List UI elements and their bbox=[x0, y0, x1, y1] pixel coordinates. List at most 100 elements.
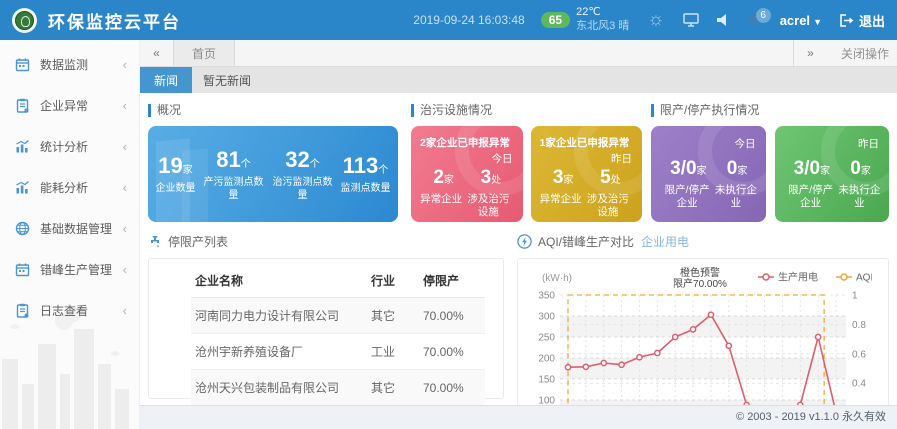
sidebar-item-1[interactable]: 企业异常‹ bbox=[0, 85, 139, 126]
weather-widget: 65 22℃ 东北风3 晴 bbox=[541, 6, 630, 34]
tabs-scroll-left-button[interactable]: « bbox=[140, 40, 174, 66]
table-cell: 河南同力电力设计有限公司 bbox=[191, 298, 367, 334]
table-cell: 沧州天兴包装制品有限公司 bbox=[191, 370, 367, 406]
wind-text: 东北风3 晴 bbox=[576, 20, 629, 34]
notification-count-badge: 6 bbox=[756, 8, 771, 23]
svg-text:AQI: AQI bbox=[856, 273, 872, 284]
svg-text:生产用电: 生产用电 bbox=[778, 271, 818, 284]
svg-text:1: 1 bbox=[852, 291, 858, 302]
temperature-text: 22℃ bbox=[576, 6, 629, 20]
svg-text:300: 300 bbox=[538, 312, 555, 323]
overview-section: 概况 19家 企业数量 81个 产污监测点数量 32个 bbox=[148, 104, 398, 222]
calendar-icon bbox=[15, 262, 31, 277]
table-row: 沧州宇新养殖设备厂工业70.00% bbox=[191, 334, 485, 370]
tab-bar: « 首页 » 关闭操作 bbox=[140, 40, 897, 67]
table-row: 河南同力电力设计有限公司其它70.00% bbox=[191, 298, 485, 334]
chevron-left-icon: ‹ bbox=[123, 180, 127, 195]
sidebar-item-3[interactable]: 能耗分析‹ bbox=[0, 167, 139, 208]
chevron-left-icon: ‹ bbox=[123, 221, 127, 236]
tab-home[interactable]: 首页 bbox=[174, 40, 235, 66]
bolt-circle-icon bbox=[517, 234, 532, 249]
globe-icon bbox=[15, 221, 31, 236]
svg-text:0.8: 0.8 bbox=[852, 320, 866, 331]
overview-card: 19家 企业数量 81个 产污监测点数量 32个 治污监测点数量 113个 bbox=[148, 126, 398, 222]
svg-text:200: 200 bbox=[538, 354, 555, 365]
bar-chart-icon bbox=[15, 180, 31, 195]
sidebar-item-label: 统计分析 bbox=[40, 138, 123, 155]
calendar-icon bbox=[15, 57, 31, 72]
faucet-icon bbox=[148, 235, 162, 249]
sidebar-item-label: 错峰生产管理 bbox=[40, 261, 123, 278]
table-cell: 工业 bbox=[367, 334, 419, 370]
user-menu[interactable]: acrel▼ bbox=[780, 13, 822, 28]
chevron-left-icon: ‹ bbox=[123, 98, 127, 113]
sidebar-item-label: 基础数据管理 bbox=[40, 220, 123, 237]
limit-list-card: 企业名称 行业 停限产 河南同力电力设计有限公司其它70.00%沧州宇新养殖设备… bbox=[148, 258, 504, 399]
stat-monitor-points: 113个 监测点数量 bbox=[341, 153, 391, 195]
top-header: 环保监控云平台 2019-09-24 16:03:48 65 22℃ 东北风3 … bbox=[0, 0, 897, 40]
sun-weather-icon: ☼ bbox=[647, 9, 664, 31]
pollution-control-title: 治污设施情况 bbox=[411, 104, 642, 117]
datetime-text: 2019-09-24 16:03:48 bbox=[413, 13, 524, 27]
logout-button[interactable]: 退出 bbox=[840, 11, 885, 30]
clipboard-icon bbox=[15, 98, 31, 113]
sidebar-item-6[interactable]: 日志查看‹ bbox=[0, 290, 139, 331]
production-limit-section: 限产/停产执行情况 今日 3/0家 0家 限产/停产企业未执行企业 bbox=[651, 104, 889, 222]
footer: © 2003 - 2019 v1.1.0 永久有效 bbox=[140, 405, 897, 429]
aqi-chart-title: AQI/错峰生产对比 bbox=[538, 233, 634, 250]
table-cell: 沧州宇新养殖设备厂 bbox=[191, 334, 367, 370]
table-cell: 其它 bbox=[367, 370, 419, 406]
clipboard-icon bbox=[15, 303, 31, 318]
svg-text:(kW·h): (kW·h) bbox=[542, 273, 572, 284]
aqi-chart-card: 35030025020015010010.80.60.40.2(kW·h)橙色预… bbox=[517, 258, 889, 429]
copyright-text: © 2003 - 2019 v1.1.0 永久有效 bbox=[736, 411, 886, 423]
overview-title: 概况 bbox=[148, 104, 398, 117]
speaker-icon[interactable] bbox=[717, 14, 729, 26]
sidebar-item-0[interactable]: 数据监测‹ bbox=[0, 44, 139, 85]
chevron-left-icon: ‹ bbox=[123, 139, 127, 154]
dashboard-content: 概况 19家 企业数量 81个 产污监测点数量 32个 bbox=[140, 93, 897, 429]
col-enterprise-name: 企业名称 bbox=[191, 263, 367, 298]
table-cell: 其它 bbox=[367, 298, 419, 334]
sidebar-item-label: 日志查看 bbox=[40, 302, 123, 319]
svg-text:150: 150 bbox=[538, 375, 555, 386]
limit-today-card: 今日 3/0家 0家 限产/停产企业未执行企业 bbox=[651, 126, 766, 222]
news-bar: 新闻 暂无新闻 bbox=[140, 67, 897, 93]
news-text: 暂无新闻 bbox=[203, 67, 251, 93]
svg-text:0.6: 0.6 bbox=[852, 349, 866, 360]
sidebar-item-2[interactable]: 统计分析‹ bbox=[0, 126, 139, 167]
pollution-today-card: 2家企业已申报异常 今日 2家 3处 异常企业涉及治污设施 bbox=[411, 126, 523, 222]
aqi-chart-subtitle: 企业用电 bbox=[641, 233, 689, 250]
sidebar-item-5[interactable]: 错峰生产管理‹ bbox=[0, 249, 139, 290]
notifications-bell-icon[interactable]: 6 bbox=[747, 13, 760, 27]
limit-list-section: 停限产列表 企业名称 行业 停限产 河南同力电力设计有限公司其它70.00%沧州… bbox=[148, 233, 504, 429]
sidebar-item-label: 数据监测 bbox=[40, 56, 123, 73]
aqi-chart-section: AQI/错峰生产对比 企业用电 35030025020015010010.80.… bbox=[517, 233, 889, 429]
chevron-down-icon: ▼ bbox=[813, 17, 822, 27]
limit-table: 企业名称 行业 停限产 河南同力电力设计有限公司其它70.00%沧州宇新养殖设备… bbox=[191, 263, 485, 406]
app-window: 环保监控云平台 2019-09-24 16:03:48 65 22℃ 东北风3 … bbox=[0, 0, 897, 429]
bar-chart-icon bbox=[15, 139, 31, 154]
limit-yesterday-card: 昨日 3/0家 0家 限产/停产企业未执行企业 bbox=[775, 126, 890, 222]
monitor-icon[interactable] bbox=[683, 13, 699, 27]
stat-enterprise-count: 19家 企业数量 bbox=[156, 153, 196, 195]
col-limit-rate: 停限产 bbox=[419, 263, 485, 298]
close-operations-button[interactable]: 关闭操作 bbox=[827, 40, 897, 66]
limit-list-title: 停限产列表 bbox=[168, 233, 228, 250]
chevron-left-icon: ‹ bbox=[123, 57, 127, 72]
table-cell: 70.00% bbox=[419, 298, 485, 334]
svg-text:0.4: 0.4 bbox=[852, 379, 866, 390]
svg-text:橙色预警: 橙色预警 bbox=[680, 266, 720, 279]
stat-treatment-points: 32个 治污监测点数量 bbox=[272, 147, 334, 202]
chevron-left-icon: ‹ bbox=[123, 262, 127, 277]
table-row: 沧州天兴包装制品有限公司其它70.00% bbox=[191, 370, 485, 406]
news-badge: 新闻 bbox=[140, 67, 192, 93]
production-limit-title: 限产/停产执行情况 bbox=[651, 104, 889, 117]
aqi-badge: 65 bbox=[541, 12, 570, 28]
tabs-scroll-right-button[interactable]: » bbox=[793, 40, 827, 66]
chevron-left-icon: ‹ bbox=[123, 303, 127, 318]
logout-icon bbox=[840, 14, 854, 27]
svg-text:限产70.00%: 限产70.00% bbox=[673, 277, 727, 290]
pollution-control-section: 治污设施情况 2家企业已申报异常 今日 2家 3处 异常企业涉及治污设施 bbox=[411, 104, 642, 222]
sidebar-item-4[interactable]: 基础数据管理‹ bbox=[0, 208, 139, 249]
